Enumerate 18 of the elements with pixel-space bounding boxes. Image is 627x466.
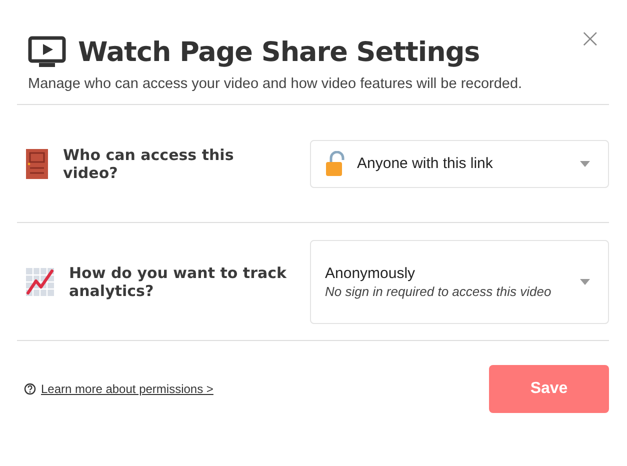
door-icon	[25, 148, 49, 180]
setting-dropdown[interactable]: Anonymously No sign in required to access this video	[310, 240, 609, 324]
video-player-icon	[28, 36, 66, 68]
dialog-title: Watch Page Share Settings	[78, 36, 480, 68]
setting-dropdown[interactable]: Anyone with this link	[310, 140, 609, 188]
setting-question: Who can access this video?	[63, 146, 235, 182]
chart-icon	[25, 266, 55, 296]
unlocked-padlock-icon	[325, 150, 345, 176]
caret-icon	[580, 160, 590, 166]
dialog-subtitle: Manage who can access your video and how video features will be recorded.	[28, 76, 524, 92]
dropdown-value: Anyone with this link	[357, 155, 493, 172]
dropdown-description: No sign in required to access this video	[325, 285, 552, 298]
caret-icon	[580, 278, 590, 284]
close-button[interactable]: ×	[579, 26, 601, 52]
permissions-link[interactable]: Learn more about permissions >	[41, 382, 214, 396]
dropdown-value: Anonymously	[325, 265, 416, 282]
help-icon	[24, 383, 36, 395]
setting-question: How do you want to track analytics?	[69, 264, 288, 300]
